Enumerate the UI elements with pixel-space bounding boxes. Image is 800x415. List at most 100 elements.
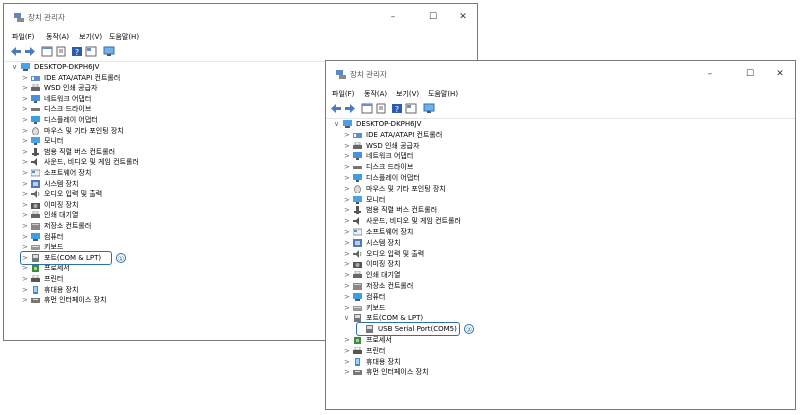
tree-item[interactable]: > 휴먼 인터페이스 장치	[344, 367, 644, 378]
collapsed-chevron-icon[interactable]: >	[22, 168, 30, 178]
tree-item[interactable]: > WSD 인쇄 공급자	[22, 83, 322, 94]
collapsed-chevron-icon[interactable]: >	[344, 130, 352, 140]
collapsed-chevron-icon[interactable]: >	[344, 367, 352, 377]
view-icon[interactable]	[405, 103, 417, 114]
back-icon[interactable]	[330, 103, 342, 114]
collapsed-chevron-icon[interactable]: >	[344, 346, 352, 356]
tree-item[interactable]: > 시스템 장치	[344, 238, 644, 249]
tree-item[interactable]: > 휴먼 인터페이스 장치	[22, 295, 322, 306]
collapsed-chevron-icon[interactable]: >	[344, 173, 352, 183]
menu-file[interactable]: 파일(F)	[332, 89, 354, 99]
tree-item[interactable]: > 소프트웨어 장치	[22, 168, 322, 179]
collapsed-chevron-icon[interactable]: >	[344, 238, 352, 248]
back-icon[interactable]	[10, 46, 22, 57]
collapsed-chevron-icon[interactable]: >	[344, 335, 352, 345]
forward-icon[interactable]	[344, 103, 356, 114]
tree-item[interactable]: > 마우스 및 기타 포인팅 장치	[344, 184, 644, 195]
collapsed-chevron-icon[interactable]: >	[22, 126, 30, 136]
collapsed-chevron-icon[interactable]: >	[344, 357, 352, 367]
collapsed-chevron-icon[interactable]: >	[22, 232, 30, 242]
collapsed-chevron-icon[interactable]: >	[22, 157, 30, 167]
tree-root[interactable]: ∨ DESKTOP-DKPH6JV	[12, 62, 312, 73]
collapsed-chevron-icon[interactable]: >	[22, 295, 30, 305]
expanded-chevron-icon[interactable]: ∨	[334, 119, 342, 129]
collapsed-chevron-icon[interactable]: >	[344, 303, 352, 313]
collapsed-chevron-icon[interactable]: >	[344, 227, 352, 237]
menu-file[interactable]: 파일(F)	[12, 32, 34, 42]
collapsed-chevron-icon[interactable]: >	[22, 189, 30, 199]
menu-view[interactable]: 보기(V)	[79, 32, 102, 42]
tree-item[interactable]: > 저장소 컨트롤러	[22, 221, 322, 232]
tree-item[interactable]: > 저장소 컨트롤러	[344, 281, 644, 292]
forward-icon[interactable]	[24, 46, 36, 57]
update-driver-icon[interactable]	[55, 46, 67, 57]
tree-item[interactable]: > 디스플레이 어댑터	[344, 173, 644, 184]
menu-help[interactable]: 도움말(H)	[428, 89, 458, 99]
collapsed-chevron-icon[interactable]: >	[22, 83, 30, 93]
collapsed-chevron-icon[interactable]: >	[344, 270, 352, 280]
collapsed-chevron-icon[interactable]: >	[22, 73, 30, 83]
collapsed-chevron-icon[interactable]: >	[344, 259, 352, 269]
menu-action[interactable]: 동작(A)	[46, 32, 69, 42]
tree-item[interactable]: > 인쇄 대기열	[22, 210, 322, 221]
collapsed-chevron-icon[interactable]: >	[22, 147, 30, 157]
collapsed-chevron-icon[interactable]: >	[344, 184, 352, 194]
tree-item[interactable]: > 프린터	[22, 274, 322, 285]
collapsed-chevron-icon[interactable]: >	[344, 249, 352, 259]
tree-item[interactable]: > 프로세서	[344, 335, 644, 346]
collapsed-chevron-icon[interactable]: >	[344, 151, 352, 161]
tree-item[interactable]: > 사운드, 비디오 및 게임 컨트롤러	[22, 157, 322, 168]
collapsed-chevron-icon[interactable]: >	[22, 115, 30, 125]
collapsed-chevron-icon[interactable]: >	[22, 210, 30, 220]
properties-icon[interactable]	[361, 103, 373, 114]
tree-item[interactable]: > 사운드, 비디오 및 게임 컨트롤러	[344, 216, 644, 227]
collapsed-chevron-icon[interactable]: >	[22, 94, 30, 104]
view-icon[interactable]	[85, 46, 97, 57]
collapsed-chevron-icon[interactable]: >	[22, 285, 30, 295]
help-icon[interactable]: ?	[391, 103, 403, 114]
close-button[interactable]: ✕	[449, 8, 477, 26]
tree-item[interactable]: > 네트워크 어댑터	[344, 151, 644, 162]
menu-view[interactable]: 보기(V)	[396, 89, 419, 99]
collapsed-chevron-icon[interactable]: >	[344, 195, 352, 205]
collapsed-chevron-icon[interactable]: >	[344, 141, 352, 151]
tree-item[interactable]: > 프린터	[344, 346, 644, 357]
collapsed-chevron-icon[interactable]: >	[344, 281, 352, 291]
tree-item[interactable]: > 디스크 드라이브	[22, 104, 322, 115]
close-button[interactable]: ✕	[766, 65, 794, 83]
tree-item[interactable]: > 디스플레이 어댑터	[22, 115, 322, 126]
help-icon[interactable]: ?	[71, 46, 83, 57]
expanded-chevron-icon[interactable]: ∨	[344, 313, 352, 323]
properties-icon[interactable]	[41, 46, 53, 57]
collapsed-chevron-icon[interactable]: >	[22, 221, 30, 231]
collapsed-chevron-icon[interactable]: >	[22, 200, 30, 210]
minimize-button[interactable]: –	[696, 65, 724, 83]
tree-item[interactable]: > 컴퓨터	[344, 292, 644, 303]
collapsed-chevron-icon[interactable]: >	[22, 179, 30, 189]
tree-item[interactable]: > 이미징 장치	[344, 259, 644, 270]
tree-item[interactable]: > 오디오 입력 및 출력	[22, 189, 322, 200]
expanded-chevron-icon[interactable]: ∨	[12, 62, 20, 72]
tree-item[interactable]: > 디스크 드라이브	[344, 162, 644, 173]
menu-help[interactable]: 도움말(H)	[109, 32, 139, 42]
collapsed-chevron-icon[interactable]: >	[344, 162, 352, 172]
tree-item[interactable]: > 인쇄 대기열	[344, 270, 644, 281]
menu-action[interactable]: 동작(A)	[364, 89, 387, 99]
tree-item[interactable]: > 모니터	[22, 136, 322, 147]
collapsed-chevron-icon[interactable]: >	[22, 274, 30, 284]
monitor-icon[interactable]	[103, 46, 115, 57]
maximize-button[interactable]: ☐	[419, 8, 447, 26]
tree-item[interactable]: > 소프트웨어 장치	[344, 227, 644, 238]
collapsed-chevron-icon[interactable]: >	[22, 104, 30, 114]
maximize-button[interactable]: ☐	[736, 65, 764, 83]
minimize-button[interactable]: –	[379, 8, 407, 26]
monitor-icon[interactable]	[423, 103, 435, 114]
tree-item[interactable]: > IDE ATA/ATAPI 컨트롤러	[344, 130, 644, 141]
update-driver-icon[interactable]	[375, 103, 387, 114]
tree-item[interactable]: > 범용 직렬 버스 컨트롤러	[344, 205, 644, 216]
tree-root[interactable]: ∨ DESKTOP-DKPH6JV	[334, 119, 634, 130]
collapsed-chevron-icon[interactable]: >	[22, 136, 30, 146]
collapsed-chevron-icon[interactable]: >	[344, 216, 352, 226]
collapsed-chevron-icon[interactable]: >	[344, 205, 352, 215]
collapsed-chevron-icon[interactable]: >	[344, 292, 352, 302]
